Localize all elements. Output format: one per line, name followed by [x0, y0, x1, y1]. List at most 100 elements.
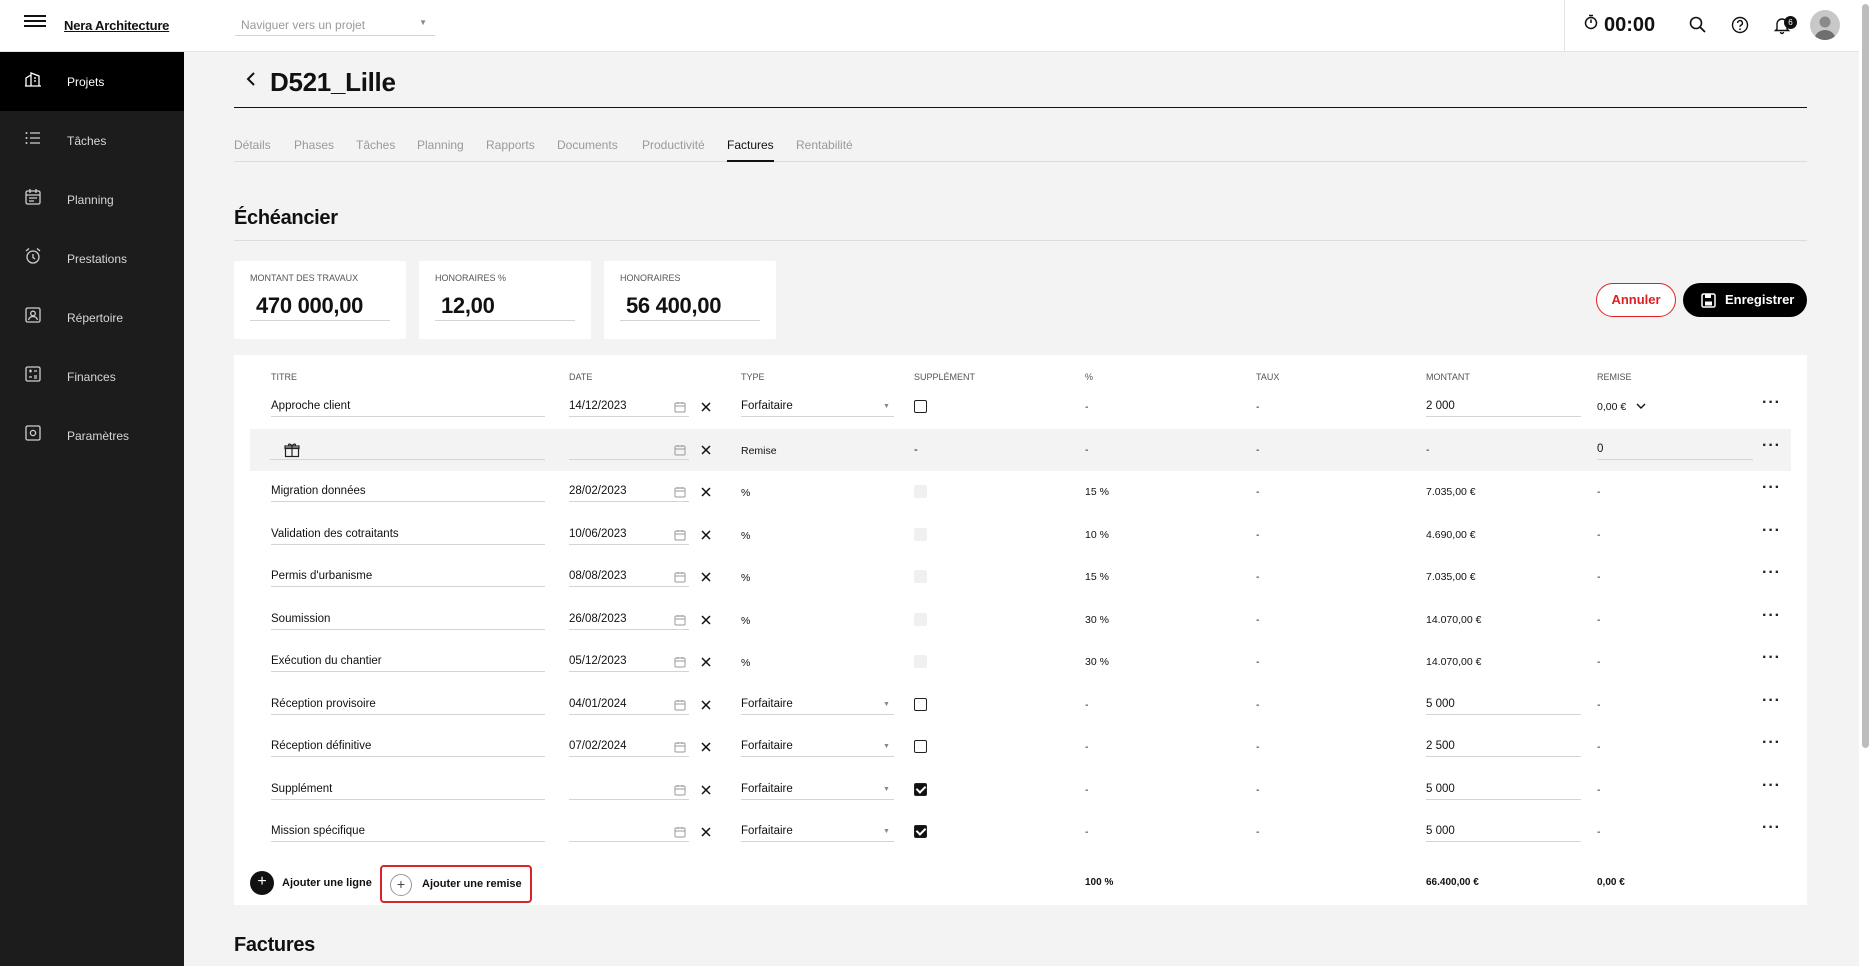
row-type-select[interactable]: Forfaitaire — [741, 820, 894, 842]
tab-productivite[interactable]: Productivité — [642, 138, 705, 162]
cancel-button[interactable]: Annuler — [1596, 283, 1676, 317]
tab-factures[interactable]: Factures — [727, 138, 774, 162]
row-montant-input[interactable]: 2 000 — [1426, 395, 1581, 417]
row-date-input[interactable]: 05/12/2023 — [569, 650, 689, 672]
clear-date-icon[interactable] — [700, 443, 712, 455]
help-icon[interactable] — [1730, 15, 1750, 35]
row-title-input[interactable]: Approche client — [271, 395, 545, 417]
row-date-input[interactable] — [569, 778, 689, 800]
row-date-input[interactable] — [569, 820, 689, 842]
row-date-input[interactable]: 08/08/2023 — [569, 565, 689, 587]
row-title-input[interactable]: Soumission — [271, 608, 545, 630]
montant-travaux-input[interactable]: 470 000,00 — [250, 293, 390, 321]
sidebar-item-taches[interactable]: Tâches — [0, 111, 184, 170]
row-title-input[interactable]: Mission spécifique — [271, 820, 545, 842]
tab-rentabilite[interactable]: Rentabilité — [796, 138, 853, 162]
calendar-icon[interactable] — [674, 783, 686, 795]
add-line-button[interactable]: + Ajouter une ligne — [250, 871, 380, 895]
calendar-icon[interactable] — [674, 485, 686, 498]
more-options-icon[interactable]: ··· — [1762, 777, 1781, 795]
row-remise-input[interactable]: 0 — [1597, 438, 1753, 460]
calendar-icon[interactable] — [674, 698, 686, 710]
tab-rapports[interactable]: Rapports — [486, 138, 535, 162]
clear-date-icon[interactable] — [700, 528, 712, 540]
more-options-icon[interactable]: ··· — [1762, 564, 1781, 582]
row-type-select[interactable]: Forfaitaire — [741, 693, 894, 715]
row-title-input[interactable]: Réception définitive — [271, 735, 545, 757]
supplement-checkbox[interactable] — [914, 697, 927, 711]
tab-taches[interactable]: Tâches — [356, 138, 395, 162]
row-date-input[interactable]: 28/02/2023 — [569, 480, 689, 502]
calendar-icon[interactable] — [674, 655, 686, 668]
project-navigation-select[interactable]: Naviguer vers un projet ▼ — [235, 12, 435, 36]
sidebar-item-projets[interactable]: Projets — [0, 52, 184, 111]
supplement-checkbox[interactable] — [914, 400, 927, 413]
avatar[interactable] — [1810, 10, 1840, 40]
row-montant-input[interactable]: 5 000 — [1426, 778, 1581, 800]
more-options-icon[interactable]: ··· — [1762, 394, 1781, 412]
chevron-down-icon[interactable] — [1636, 402, 1646, 410]
sidebar-item-prestations[interactable]: Prestations — [0, 229, 184, 288]
row-title-input[interactable]: Réception provisoire — [271, 693, 545, 715]
row-title-input[interactable]: Supplément — [271, 778, 545, 800]
row-type-select[interactable]: Forfaitaire — [741, 778, 894, 800]
supplement-checkbox[interactable] — [914, 825, 927, 838]
row-type-select[interactable]: Forfaitaire — [741, 395, 894, 417]
row-date-input[interactable]: 07/02/2024 — [569, 735, 689, 757]
clear-date-icon[interactable] — [700, 740, 712, 752]
clear-date-icon[interactable] — [700, 570, 712, 582]
row-montant-input[interactable]: 5 000 — [1426, 693, 1581, 715]
row-title-input[interactable] — [270, 438, 545, 460]
supplement-checkbox[interactable] — [914, 740, 927, 753]
row-title-input[interactable]: Permis d'urbanisme — [271, 565, 545, 587]
more-options-icon[interactable]: ··· — [1762, 522, 1781, 540]
row-title-input[interactable]: Validation des cotraitants — [271, 523, 545, 545]
calendar-icon[interactable] — [674, 825, 686, 838]
calendar-icon[interactable] — [674, 613, 686, 625]
row-title-input[interactable]: Exécution du chantier — [271, 650, 545, 672]
calendar-icon[interactable] — [674, 740, 686, 753]
back-arrow-icon[interactable] — [244, 70, 258, 88]
search-icon[interactable] — [1688, 15, 1708, 35]
calendar-icon[interactable] — [674, 400, 686, 413]
row-montant-input[interactable]: 5 000 — [1426, 820, 1581, 842]
more-options-icon[interactable]: ··· — [1762, 479, 1781, 497]
supplement-checkbox[interactable] — [914, 782, 927, 796]
tab-planning[interactable]: Planning — [417, 138, 464, 162]
tab-phases[interactable]: Phases — [294, 138, 334, 162]
more-options-icon[interactable]: ··· — [1762, 649, 1781, 667]
more-options-icon[interactable]: ··· — [1762, 607, 1781, 625]
more-options-icon[interactable]: ··· — [1762, 437, 1781, 455]
honoraires-pct-input[interactable]: 12,00 — [435, 293, 575, 321]
sidebar-item-planning[interactable]: Planning — [0, 170, 184, 229]
calendar-icon[interactable] — [674, 570, 686, 583]
row-date-input[interactable]: 04/01/2024 — [569, 693, 689, 715]
row-remise-dropdown[interactable]: 0,00 € — [1597, 401, 1626, 413]
sidebar-item-finances[interactable]: Finances — [0, 347, 184, 406]
clear-date-icon[interactable] — [700, 825, 712, 837]
row-date-input[interactable] — [569, 438, 689, 460]
row-date-input[interactable]: 26/08/2023 — [569, 608, 689, 630]
row-date-input[interactable]: 10/06/2023 — [569, 523, 689, 545]
brand-logo[interactable]: Nera Architecture — [64, 18, 169, 33]
more-options-icon[interactable]: ··· — [1762, 692, 1781, 710]
clear-date-icon[interactable] — [700, 485, 712, 497]
row-date-input[interactable]: 14/12/2023 — [569, 395, 689, 417]
row-title-input[interactable]: Migration données — [271, 480, 545, 502]
clear-date-icon[interactable] — [700, 698, 712, 710]
tab-documents[interactable]: Documents — [557, 138, 618, 162]
clear-date-icon[interactable] — [700, 655, 712, 667]
clear-date-icon[interactable] — [700, 613, 712, 625]
scrollbar-thumb[interactable] — [1862, 4, 1869, 748]
tab-details[interactable]: Détails — [234, 138, 271, 162]
add-remise-button[interactable]: + Ajouter une remise — [380, 865, 532, 903]
calendar-icon[interactable] — [674, 443, 686, 455]
more-options-icon[interactable]: ··· — [1762, 734, 1781, 752]
calendar-icon[interactable] — [674, 528, 686, 540]
row-type-select[interactable]: Forfaitaire — [741, 735, 894, 757]
save-button[interactable]: Enregistrer — [1683, 283, 1807, 317]
sidebar-item-repertoire[interactable]: Répertoire — [0, 288, 184, 347]
more-options-icon[interactable]: ··· — [1762, 819, 1781, 837]
clear-date-icon[interactable] — [700, 400, 712, 412]
clear-date-icon[interactable] — [700, 783, 712, 795]
